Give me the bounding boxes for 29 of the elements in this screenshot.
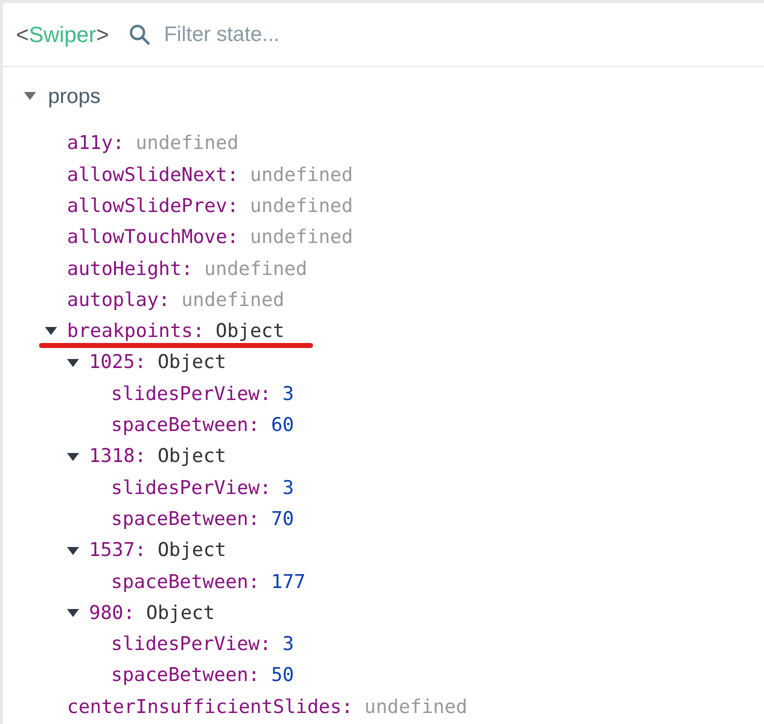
property-row-text: autoplay: undefined — [67, 288, 284, 313]
property-row-text: spaceBetween: 177 — [111, 570, 306, 595]
expand-arrow-icon[interactable] — [67, 608, 79, 618]
expand-arrow-icon[interactable] — [45, 326, 57, 336]
component-name: <Swiper> — [16, 21, 109, 49]
search-icon — [128, 24, 150, 45]
expand-arrow-icon[interactable] — [67, 546, 79, 556]
property-row-text: allowTouchMove: undefined — [67, 225, 353, 250]
property-row-text: allowSlideNext: undefined — [67, 162, 353, 188]
section-title[interactable]: props — [48, 86, 101, 106]
property-row-text: autoHeight: undefined — [67, 256, 308, 282]
property-row-text: allowSlidePrev: undefined — [67, 194, 353, 219]
property-row-text: slidesPerView: 3 — [111, 382, 294, 407]
property-row-text: breakpoints: Object — [67, 319, 284, 344]
property-row-text: slidesPerView: 3 — [111, 632, 294, 658]
expand-arrow-icon[interactable] — [67, 358, 79, 368]
property-row-text: centerInsufficientSlides: undefined — [67, 694, 468, 720]
property-row-text: slidesPerView: 3 — [111, 476, 294, 501]
property-row-text: spaceBetween: 60 — [111, 413, 294, 438]
property-row-text: spaceBetween: 70 — [111, 506, 294, 532]
expand-arrow-icon[interactable] — [24, 91, 36, 101]
property-row-text: 1318: Object — [89, 444, 226, 470]
filter-field[interactable]: Filter state... — [164, 18, 464, 50]
property-row-text: 1537: Object — [89, 538, 226, 564]
property-row-text: 980: Object — [89, 600, 215, 626]
property-row-text: 1025: Object — [89, 350, 226, 376]
property-row-text: spaceBetween: 50 — [111, 663, 294, 688]
property-row-text: a11y: undefined — [67, 131, 239, 156]
expand-arrow-icon[interactable] — [67, 452, 79, 462]
